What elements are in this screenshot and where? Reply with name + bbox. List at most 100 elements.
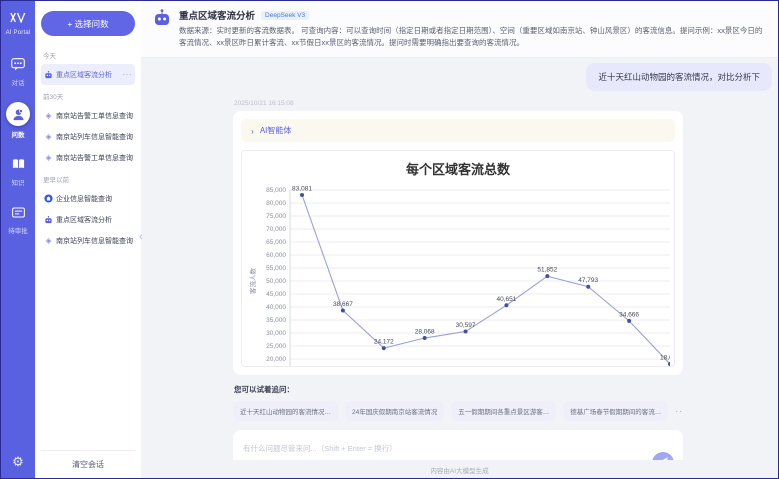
svg-text:85,000: 85,000 — [266, 187, 286, 194]
main-panel: 重点区域客流分析 DeepSeek V3 数据来源：实时更新的客流数据表。 可查… — [141, 1, 778, 478]
sidebar-collapse-handle[interactable]: ‹ — [139, 231, 143, 243]
clear-session-button[interactable]: 清空会话 — [41, 450, 135, 478]
svg-text:30,597: 30,597 — [456, 322, 476, 329]
more-menu-icon[interactable]: ··· — [123, 70, 133, 79]
svg-text:客流人数: 客流人数 — [248, 268, 257, 295]
user-message-bubble: 近十天红山动物园的客流情况，对比分析下 — [586, 63, 772, 91]
chevron-right-icon: › — [251, 126, 254, 136]
suggestion-chip[interactable]: 24年国庆假期南京站客流情况 — [345, 401, 444, 421]
diamond-icon: ◈ — [44, 236, 53, 245]
chat-scroll-area[interactable]: 近十天红山动物园的客流情况，对比分析下 2025/10/21 16:15:08 … — [141, 58, 778, 460]
session-item-label: 南京站列车信息智能查询 — [56, 132, 133, 142]
session-sidebar: + 选择问数 今天重点区域客流分析···前30天◈南京站告警工单信息查询◈南京站… — [35, 1, 141, 478]
suggestion-chips-row: 近十天红山动物园的客流情况… 24年国庆假期南京站客流情况五一假期期间各重点景区游… — [233, 401, 683, 421]
session-item-label: 南京站列车信息智能查询 — [56, 236, 133, 246]
agent-steps-label: AI智能体 — [260, 125, 292, 136]
svg-text:20,000: 20,000 — [266, 356, 286, 363]
svg-text:75,000: 75,000 — [266, 213, 286, 220]
suggestion-chip[interactable]: 五一假期期间各重点景区游客… — [451, 401, 556, 421]
agent-header-body: 重点区域客流分析 DeepSeek V3 数据来源：实时更新的客流数据表。 可查… — [179, 8, 764, 49]
svg-text:51,852: 51,852 — [537, 267, 557, 274]
svg-text:70,000: 70,000 — [266, 226, 286, 233]
session-item-label: 南京站告警工单信息查询 — [56, 111, 133, 121]
svg-text:18,084: 18,084 — [660, 354, 670, 361]
knowledge-icon — [8, 154, 28, 174]
diamond-icon: ◈ — [44, 132, 53, 141]
circle-icon — [44, 194, 53, 203]
paper-plane-icon — [658, 454, 669, 460]
logo-text: AI Portal — [6, 30, 31, 36]
logo-icon — [10, 10, 26, 28]
select-dataset-button[interactable]: + 选择问数 — [41, 11, 135, 36]
diamond-icon: ◈ — [44, 111, 53, 120]
svg-text:30,000: 30,000 — [266, 330, 286, 337]
svg-text:55,000: 55,000 — [266, 265, 286, 272]
rail-item-ask-data[interactable]: 问数 — [6, 102, 30, 139]
svg-text:83,081: 83,081 — [292, 185, 312, 192]
session-item-label: 重点区域客流分析 — [56, 70, 112, 80]
ask-data-icon — [6, 102, 30, 126]
session-group-label: 今天 — [43, 50, 133, 60]
session-item[interactable]: ◈南京站告警工单信息查询 — [41, 105, 135, 126]
session-item[interactable]: 企业信息智能查询 — [41, 188, 135, 209]
model-badge: DeepSeek V3 — [261, 11, 309, 20]
svg-text:47,793: 47,793 — [578, 277, 598, 284]
session-item[interactable]: ◈南京站告警工单信息查询 — [41, 147, 135, 168]
svg-text:40,651: 40,651 — [496, 296, 516, 303]
app-logo: AI Portal — [6, 10, 31, 36]
app-window: AI Portal 对话问数知识待审批 ⚙ + 选择问数 今天重点区域客流分析·… — [0, 0, 779, 479]
svg-text:35,000: 35,000 — [266, 317, 286, 324]
rail-item-label: 待审批 — [8, 225, 28, 235]
agent-steps-toggle[interactable]: › AI智能体 — [241, 119, 675, 142]
session-group-label: 更早以前 — [43, 174, 133, 184]
svg-text:34,666: 34,666 — [619, 311, 639, 318]
session-item-label: 重点区域客流分析 — [56, 215, 112, 225]
assistant-answer-card: › AI智能体 每个区域客流总数 85,00080,00075,00070,00… — [233, 111, 683, 375]
chart-card: 每个区域客流总数 85,00080,00075,00070,00065,0006… — [241, 150, 675, 367]
svg-text:25,000: 25,000 — [266, 343, 286, 350]
rail-item-chat[interactable]: 对话 — [6, 54, 30, 87]
line-chart: 85,000 80,000 75,000 70,000 65,000 60,000 55,0… — [246, 180, 670, 366]
session-item-label: 企业信息智能查询 — [56, 194, 112, 204]
agent-description: 数据来源：实时更新的客流数据表。 可查询内容：可以查询时间（指定日期或者指定日期… — [179, 25, 764, 49]
svg-text:40,000: 40,000 — [266, 304, 286, 311]
left-rail: AI Portal 对话问数知识待审批 ⚙ — [1, 1, 35, 478]
rail-item-label: 对话 — [12, 77, 25, 87]
svg-text:60,000: 60,000 — [266, 252, 286, 259]
svg-text:24,172: 24,172 — [374, 339, 394, 346]
agent-title: 重点区域客流分析 — [179, 8, 255, 22]
svg-text:65,000: 65,000 — [266, 239, 286, 246]
send-button[interactable] — [652, 452, 674, 460]
approval-icon — [8, 202, 28, 222]
robot-icon — [44, 215, 53, 225]
svg-text:28,068: 28,068 — [415, 329, 435, 336]
svg-text:45,000: 45,000 — [266, 291, 286, 298]
robot-avatar-icon — [152, 8, 172, 28]
session-item[interactable]: ◈南京站列车信息智能查询 — [41, 126, 135, 147]
agent-header: 重点区域客流分析 DeepSeek V3 数据来源：实时更新的客流数据表。 可查… — [141, 1, 778, 58]
svg-text:38,667: 38,667 — [333, 301, 353, 308]
session-item[interactable]: 重点区域客流分析 ··· — [41, 64, 135, 85]
message-input[interactable] — [243, 444, 603, 453]
session-item-label: 南京站告警工单信息查询 — [56, 153, 133, 163]
ai-generated-note: 内容由AI大模型生成 — [141, 460, 778, 478]
robot-icon — [44, 70, 53, 80]
gear-icon[interactable]: ⚙ — [12, 455, 24, 468]
session-item[interactable]: 重点区域客流分析 — [41, 209, 135, 230]
svg-text:80,000: 80,000 — [266, 200, 286, 207]
session-item[interactable]: ◈南京站列车信息智能查询 — [41, 230, 135, 251]
suggestion-chip[interactable]: 近十天红山动物园的客流情况… — [233, 401, 338, 421]
rail-item-label: 问数 — [12, 129, 25, 139]
session-group-label: 前30天 — [43, 91, 133, 101]
session-list: 今天重点区域客流分析···前30天◈南京站告警工单信息查询◈南京站列车信息智能查… — [41, 44, 135, 251]
assistant-answer-column: 2025/10/21 16:15:08 › AI智能体 每个区域客流总数 85,… — [233, 100, 683, 460]
rail-item-approval[interactable]: 待审批 — [6, 202, 30, 235]
suggestion-chip[interactable]: 德基广场春节假期期间的客流… — [563, 401, 668, 421]
diamond-icon: ◈ — [44, 153, 53, 162]
suggestions-label: 您可以试着追问： — [234, 384, 683, 395]
rail-item-knowledge[interactable]: 知识 — [6, 154, 30, 187]
more-suggestions-icon[interactable]: ··· — [675, 406, 683, 416]
rail-item-label: 知识 — [12, 177, 25, 187]
chat-bubble-icon — [8, 54, 28, 74]
message-timestamp: 2025/10/21 16:15:08 — [234, 100, 683, 107]
